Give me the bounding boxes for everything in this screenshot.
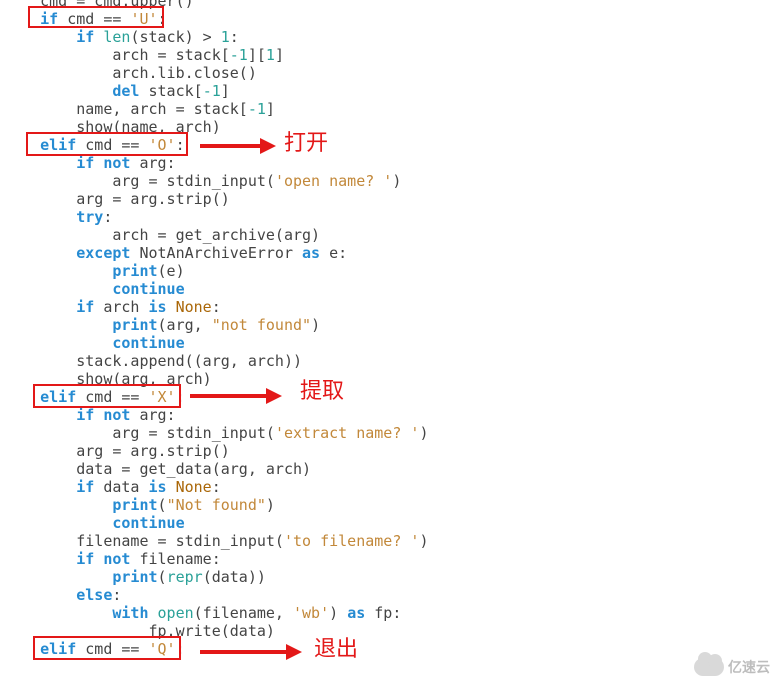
watermark-text: 亿速云 bbox=[728, 658, 770, 676]
watermark: 亿速云 bbox=[694, 658, 770, 676]
annotation-box-if-u bbox=[28, 6, 164, 28]
code-block: cmd = cmd.upper() if cmd == 'U': if len(… bbox=[4, 0, 428, 658]
annotation-label-quit: 退出 bbox=[314, 640, 358, 658]
annotation-box-elif-x bbox=[33, 384, 181, 408]
annotation-box-elif-o bbox=[26, 132, 188, 156]
annotation-label-extract: 提取 bbox=[300, 382, 344, 400]
cloud-icon bbox=[694, 658, 724, 676]
annotation-label-open: 打开 bbox=[284, 134, 328, 152]
annotation-box-elif-q bbox=[33, 636, 181, 660]
